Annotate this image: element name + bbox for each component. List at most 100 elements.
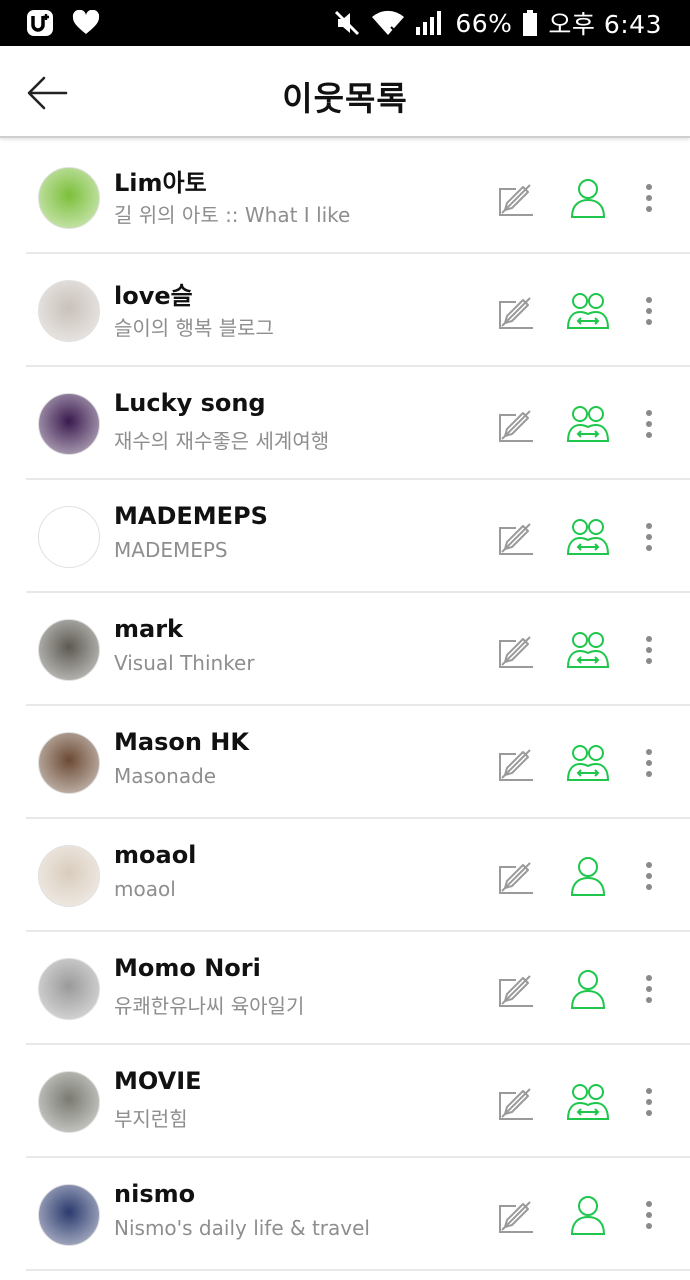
more-options-icon[interactable] (634, 407, 664, 441)
neighbor-row[interactable]: nismo Nismo's daily life & travel (26, 1158, 690, 1271)
status-bar: 66% 오후 6:43 (0, 0, 690, 46)
clock: 오후 6:43 (548, 10, 662, 39)
neighbor-name[interactable]: mark (114, 615, 183, 643)
app-bar: 이웃목록 (0, 46, 690, 138)
pencil-off-icon (499, 1201, 533, 1233)
neighbor-row[interactable]: Momo Nori 유쾌한유나씨 육아일기 (26, 932, 690, 1045)
pencil-off-icon (499, 297, 533, 329)
neighbor-blog-title: MADEMEPS (114, 538, 228, 562)
pencil-off-icon (499, 184, 533, 216)
neighbor-blog-title: 부지런힘 (114, 1107, 188, 1131)
avatar[interactable] (38, 506, 100, 568)
mutual-neighbor-icon (566, 293, 610, 329)
neighbor-button[interactable] (566, 855, 610, 899)
pencil-off-button[interactable] (496, 857, 536, 897)
neighbor-list: Lim아토길 위의 아토 :: What I likelove슬슬이의 행복 블… (0, 141, 690, 1271)
pencil-off-button[interactable] (496, 631, 536, 671)
neighbor-blog-title: 유쾌한유나씨 육아일기 (114, 994, 305, 1018)
neighbor-row[interactable]: Lim아토길 위의 아토 :: What I like (26, 141, 690, 254)
pencil-off-button[interactable] (496, 970, 536, 1010)
neighbor-blog-title: Nismo's daily life & travel (114, 1216, 370, 1240)
neighbor-blog-title: 길 위의 아토 :: What I like (114, 203, 351, 227)
person-icon (570, 1196, 606, 1235)
neighbor-name[interactable]: Mason HK (114, 728, 249, 756)
wifi-icon (372, 10, 405, 36)
neighbor-button[interactable] (566, 1194, 610, 1238)
mutual-neighbor-icon (566, 632, 610, 668)
avatar[interactable] (38, 845, 100, 907)
pencil-off-icon (499, 975, 533, 1007)
pencil-off-icon (499, 749, 533, 781)
pencil-off-button[interactable] (496, 292, 536, 332)
pencil-off-button[interactable] (496, 744, 536, 784)
mutual-neighbor-button[interactable] (566, 629, 610, 673)
neighbor-blog-title: Masonade (114, 764, 217, 788)
mutual-neighbor-icon (566, 519, 610, 555)
pencil-off-icon (499, 410, 533, 442)
person-icon (570, 179, 606, 218)
battery-icon (523, 10, 538, 36)
neighbor-row[interactable]: Mason HK Masonade (26, 706, 690, 819)
more-options-icon[interactable] (634, 1198, 664, 1232)
avatar[interactable] (38, 280, 100, 342)
neighbor-name[interactable]: moaol (114, 841, 196, 869)
more-options-icon[interactable] (634, 633, 664, 667)
more-options-icon[interactable] (634, 294, 664, 328)
more-options-icon[interactable] (634, 181, 664, 215)
neighbor-row[interactable]: Lucky song 재수의 재수좋은 세계여행 (26, 367, 690, 480)
neighbor-name[interactable]: nismo (114, 1180, 195, 1208)
neighbor-name[interactable]: MOVIE (114, 1067, 202, 1095)
pencil-off-icon (499, 862, 533, 894)
pencil-off-button[interactable] (496, 1196, 536, 1236)
mute-icon (335, 10, 360, 36)
neighbor-name[interactable]: Momo Nori (114, 954, 261, 982)
more-options-icon[interactable] (634, 859, 664, 893)
neighbor-blog-title: 슬이의 행복 블로그 (114, 316, 274, 340)
mutual-neighbor-icon (566, 745, 610, 781)
mutual-neighbor-button[interactable] (566, 403, 610, 447)
u-plus-icon (27, 10, 53, 36)
neighbor-name[interactable]: Lucky song (114, 389, 266, 417)
mutual-neighbor-button[interactable] (566, 516, 610, 560)
pencil-off-button[interactable] (496, 179, 536, 219)
avatar[interactable] (38, 393, 100, 455)
avatar[interactable] (38, 619, 100, 681)
mutual-neighbor-icon (566, 1084, 610, 1120)
pencil-off-button[interactable] (496, 518, 536, 558)
pencil-off-icon (499, 523, 533, 555)
avatar[interactable] (38, 1071, 100, 1133)
more-options-icon[interactable] (634, 972, 664, 1006)
status-right: 66% 오후 6:43 (333, 5, 662, 41)
mutual-neighbor-button[interactable] (566, 1081, 610, 1125)
neighbor-row[interactable]: mark Visual Thinker (26, 593, 690, 706)
avatar[interactable] (38, 958, 100, 1020)
neighbor-name[interactable]: love슬 (114, 276, 193, 311)
page-title: 이웃목록 (282, 79, 408, 118)
neighbor-row[interactable]: love슬슬이의 행복 블로그 (26, 254, 690, 367)
avatar[interactable] (38, 167, 100, 229)
neighbor-name[interactable]: MADEMEPS (114, 502, 268, 530)
mutual-neighbor-button[interactable] (566, 742, 610, 786)
neighbor-blog-title: 재수의 재수좋은 세계여행 (114, 429, 330, 453)
neighbor-name[interactable]: Lim아토 (114, 163, 207, 198)
avatar[interactable] (38, 732, 100, 794)
pencil-off-button[interactable] (496, 405, 536, 445)
pencil-off-icon (499, 1088, 533, 1120)
pencil-off-icon (499, 636, 533, 668)
neighbor-button[interactable] (566, 968, 610, 1012)
neighbor-blog-title: moaol (114, 877, 176, 901)
heart-icon (72, 10, 100, 34)
neighbor-blog-title: Visual Thinker (114, 651, 255, 675)
mutual-neighbor-icon (566, 406, 610, 442)
pencil-off-button[interactable] (496, 1083, 536, 1123)
neighbor-row[interactable]: MOVIE 부지런힘 (26, 1045, 690, 1158)
more-options-icon[interactable] (634, 1085, 664, 1119)
more-options-icon[interactable] (634, 520, 664, 554)
neighbor-row[interactable]: moaol moaol (26, 819, 690, 932)
neighbor-button[interactable] (566, 177, 610, 221)
avatar[interactable] (38, 1184, 100, 1246)
signal-icon (416, 11, 442, 35)
neighbor-row[interactable]: MADEMEPS MADEMEPS (26, 480, 690, 593)
mutual-neighbor-button[interactable] (566, 290, 610, 334)
more-options-icon[interactable] (634, 746, 664, 780)
